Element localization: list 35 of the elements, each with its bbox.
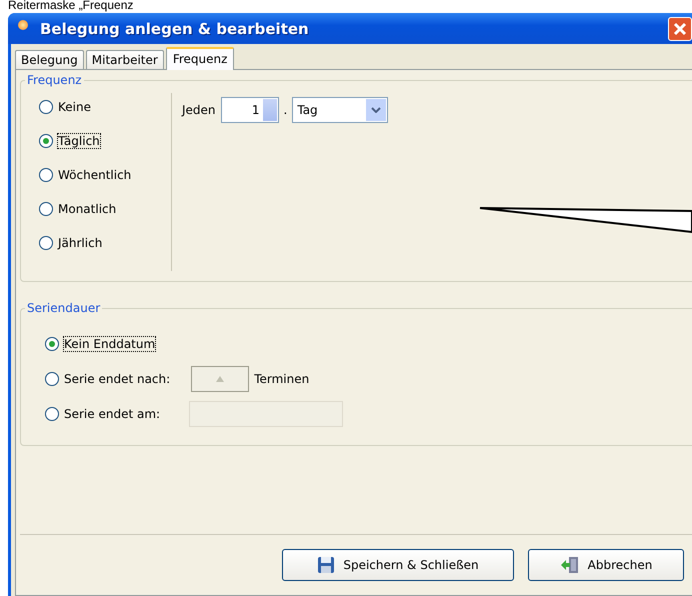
radio-label[interactable]: Kein Enddatum: [64, 337, 156, 351]
radio-button[interactable]: [39, 134, 53, 148]
radio-button[interactable]: [39, 168, 53, 182]
caption-text: Reitermaske „Frequenz: [7, 0, 134, 13]
tab[interactable]: Mitarbeiter: [86, 50, 164, 69]
radio-label[interactable]: Täglich: [58, 134, 100, 148]
tab[interactable]: Belegung: [15, 50, 84, 69]
unit-dropdown[interactable]: Tag: [292, 97, 388, 123]
radio-button[interactable]: [45, 372, 59, 386]
radio-label[interactable]: Wöchentlich: [58, 168, 132, 182]
save-button[interactable]: Speichern & Schließen: [282, 549, 514, 581]
radio-button[interactable]: [39, 202, 53, 216]
radio-label[interactable]: Keine: [58, 100, 91, 114]
radio-label[interactable]: Serie endet am:: [64, 407, 160, 421]
radio-button[interactable]: [45, 407, 59, 421]
radio-label[interactable]: Jährlich: [58, 236, 102, 250]
interval-spinner[interactable]: 1: [220, 97, 279, 123]
radio-button[interactable]: [39, 236, 53, 250]
cancel-button[interactable]: Abbrechen: [528, 549, 684, 581]
exit-door-icon: [560, 556, 580, 574]
every-label: Jeden: [182, 103, 216, 117]
radio-label[interactable]: Monatlich: [58, 202, 116, 216]
tab[interactable]: Frequenz: [166, 47, 234, 70]
radio-label[interactable]: Serie endet nach:: [64, 372, 170, 386]
suffix-label: Terminen: [254, 372, 310, 386]
separator-text: .: [284, 103, 288, 117]
sun-icon: [18, 20, 28, 30]
close-icon[interactable]: [673, 22, 687, 36]
close-button[interactable]: [668, 16, 692, 40]
window-title: Belegung anlegen & bearbeiten: [40, 20, 310, 38]
radio-button[interactable]: [39, 100, 53, 114]
radio-button[interactable]: [45, 337, 59, 351]
group-title: Seriendauer: [25, 301, 102, 315]
group-title: Frequenz: [25, 73, 84, 87]
chevron-down-icon[interactable]: [366, 99, 386, 121]
